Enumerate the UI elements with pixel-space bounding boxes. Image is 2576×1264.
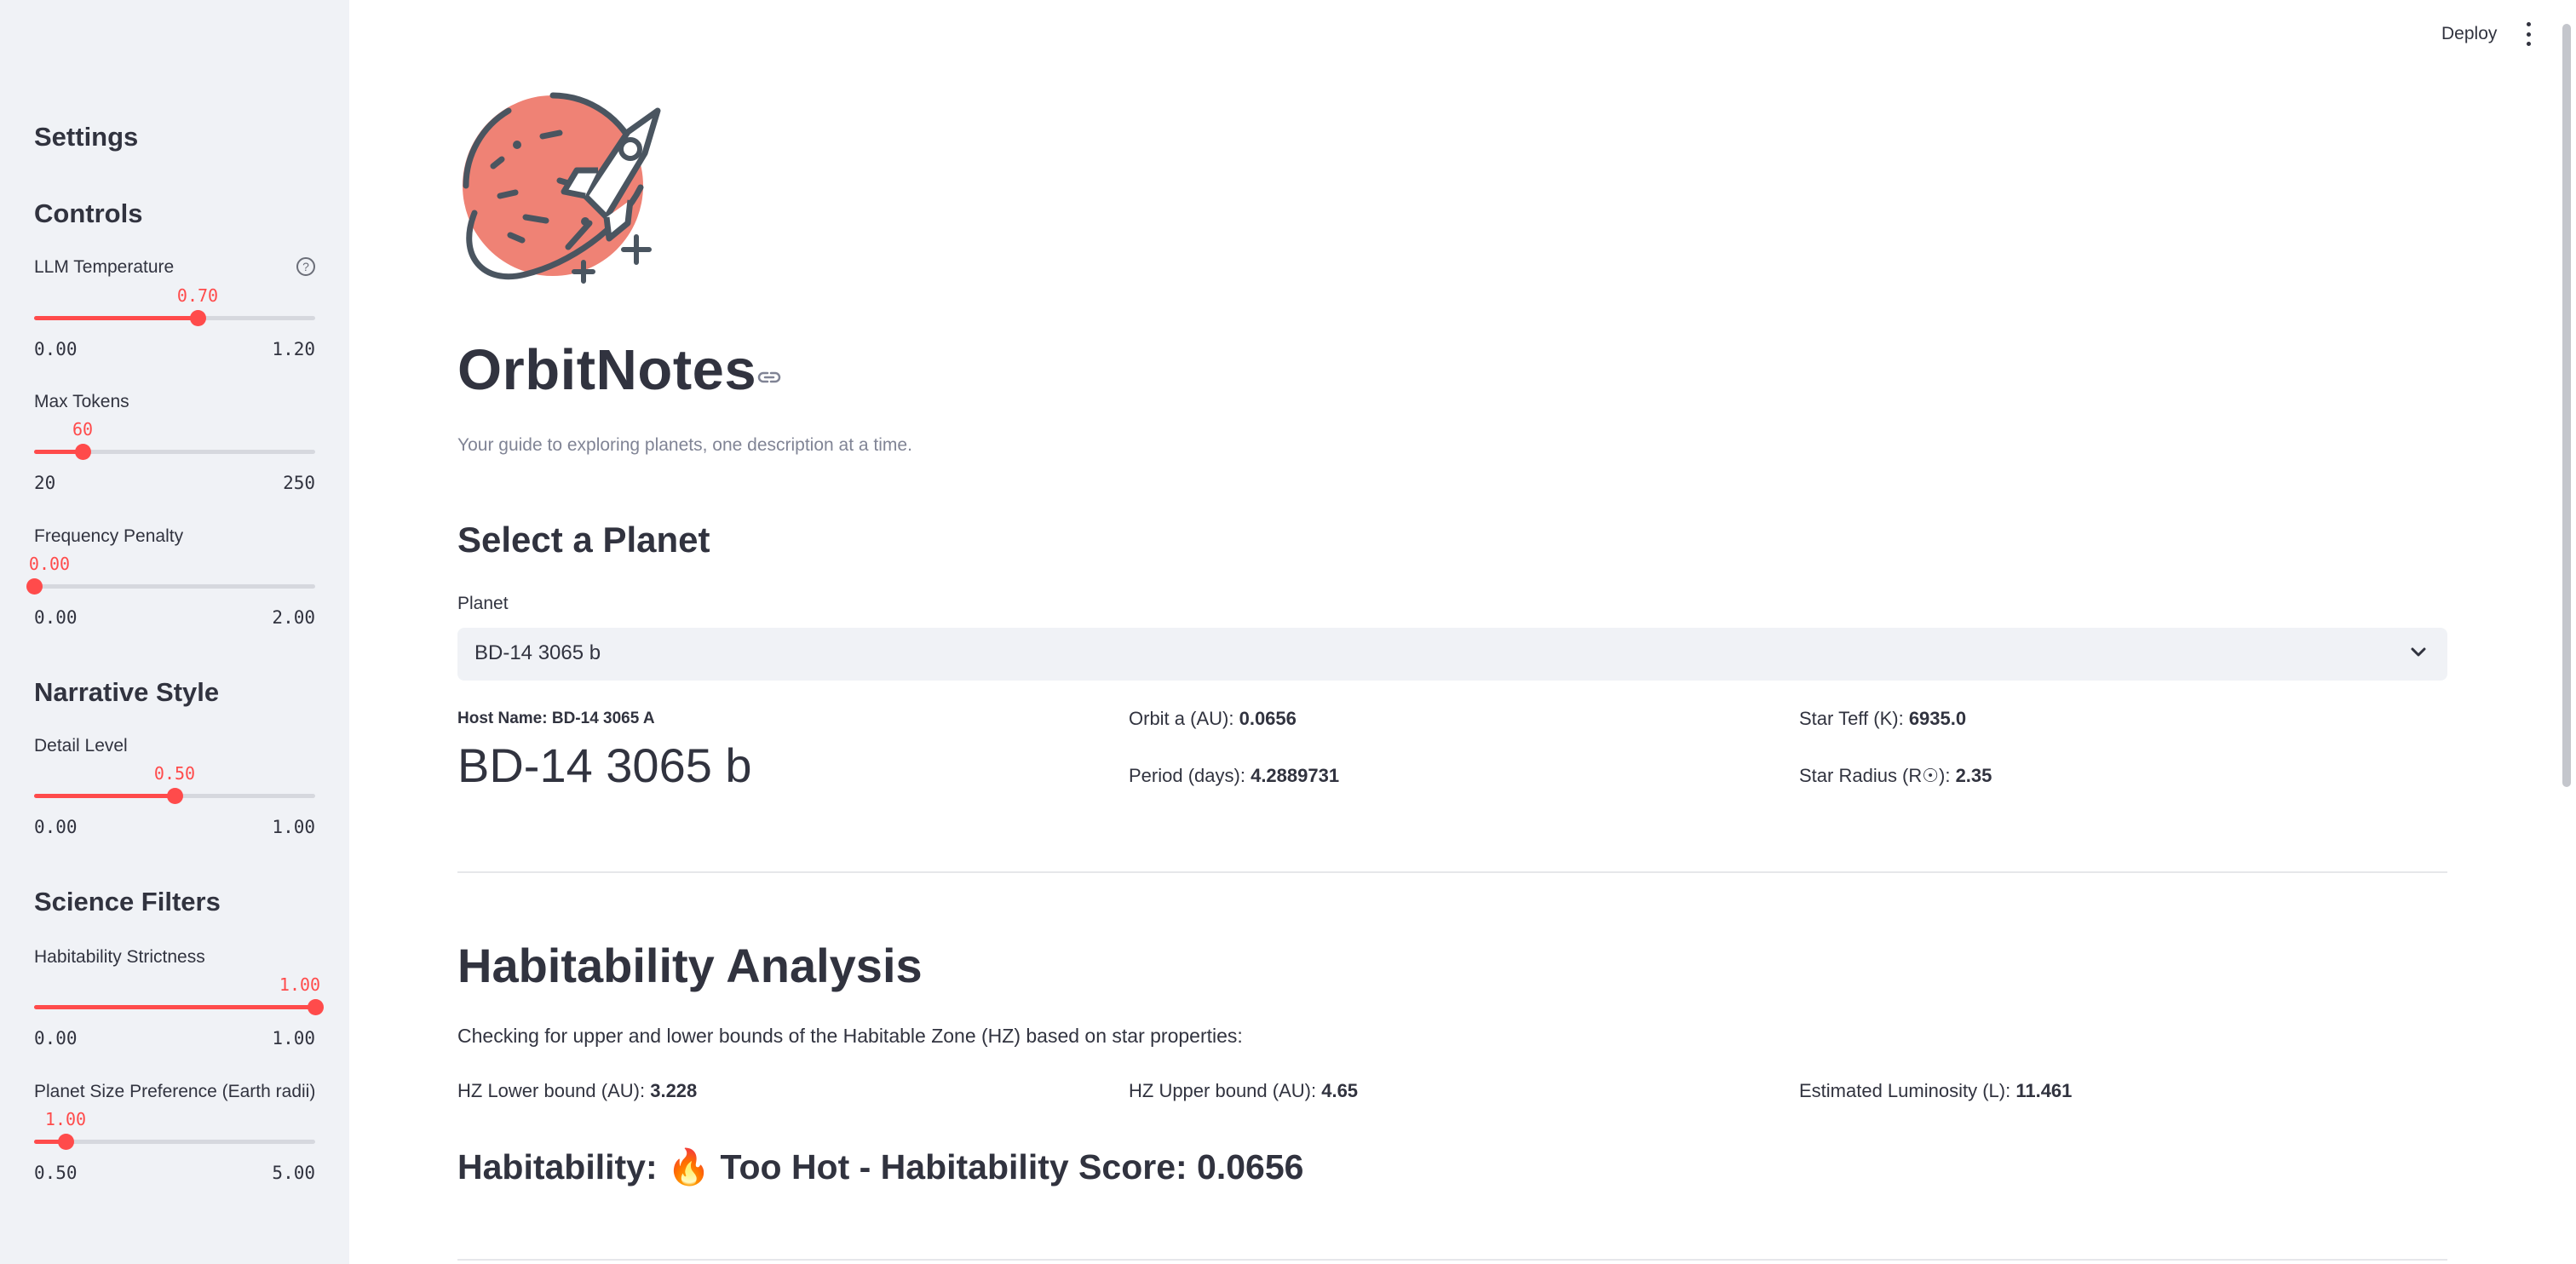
slider-fill bbox=[34, 794, 175, 798]
slider-max: 1.00 bbox=[272, 1028, 315, 1049]
habitability-heading: Habitability Analysis bbox=[457, 939, 923, 992]
kebab-menu-icon[interactable] bbox=[2525, 22, 2532, 46]
slider-track[interactable] bbox=[34, 310, 315, 326]
scrollbar[interactable] bbox=[2562, 24, 2571, 787]
slider-value: 0.50 bbox=[153, 763, 196, 784]
slider-min: 0.00 bbox=[34, 607, 78, 628]
section-science-filters: Science Filters bbox=[34, 887, 221, 916]
hz-upper-info: HZ Upper bound (AU): 4.65 bbox=[1129, 1080, 1359, 1101]
slider-track[interactable] bbox=[34, 788, 315, 804]
slider-fill bbox=[34, 1005, 315, 1009]
slider-max: 1.20 bbox=[272, 339, 315, 359]
slider-max: 1.00 bbox=[272, 817, 315, 837]
slider-max-tokens: Max Tokens 60 20 250 bbox=[34, 390, 315, 497]
slider-max: 250 bbox=[283, 473, 315, 493]
sidebar: Settings Controls LLM Temperature ? 0.70… bbox=[0, 0, 349, 1264]
slider-habitability-strictness: Habitability Strictness 1.00 0.00 1.00 bbox=[34, 945, 324, 1052]
page-title: OrbitNotes bbox=[457, 338, 757, 402]
slider-track[interactable] bbox=[26, 578, 315, 595]
slider-fill bbox=[34, 316, 198, 320]
slider-min: 0.00 bbox=[34, 817, 78, 837]
star-teff-info: Star Teff (K): 6935.0 bbox=[1799, 708, 1967, 729]
luminosity-info: Estimated Luminosity (L): 11.461 bbox=[1799, 1080, 2073, 1101]
slider-thumb[interactable] bbox=[58, 1134, 74, 1150]
habitability-description: Checking for upper and lower bounds of t… bbox=[457, 1025, 1243, 1047]
slider-min: 0.00 bbox=[34, 1028, 78, 1049]
slider-value: 1.00 bbox=[44, 1109, 87, 1129]
slider-thumb[interactable] bbox=[308, 999, 324, 1015]
sidebar-title: Settings bbox=[34, 122, 139, 152]
chevron-down-icon bbox=[2411, 647, 2426, 657]
star-radius-info: Star Radius (R☉): 2.35 bbox=[1799, 765, 1992, 786]
planet-name: BD-14 3065 b bbox=[457, 738, 752, 792]
slider-detail-level: Detail Level 0.50 0.00 1.00 bbox=[34, 734, 315, 841]
slider-value: 1.00 bbox=[279, 974, 321, 995]
slider-label: LLM Temperature bbox=[34, 257, 175, 277]
slider-value: 0.70 bbox=[176, 285, 219, 306]
planet-select-label: Planet bbox=[457, 594, 509, 613]
hz-lower-info: HZ Lower bound (AU): 3.228 bbox=[457, 1080, 698, 1101]
slider-min: 0.50 bbox=[34, 1163, 78, 1183]
section-narrative-style: Narrative Style bbox=[34, 677, 220, 707]
slider-value: 0.00 bbox=[28, 554, 71, 574]
slider-thumb[interactable] bbox=[26, 578, 43, 595]
divider bbox=[457, 1259, 2447, 1261]
slider-label: Max Tokens bbox=[34, 392, 129, 411]
slider-thumb[interactable] bbox=[190, 310, 206, 326]
divider bbox=[457, 871, 2447, 873]
slider-llm-temperature: LLM Temperature ? 0.70 0.00 1.20 bbox=[34, 256, 315, 362]
slider-track[interactable] bbox=[34, 999, 324, 1015]
link-icon[interactable] bbox=[756, 368, 782, 387]
planet-rocket-logo bbox=[463, 92, 661, 284]
help-icon[interactable]: ? bbox=[296, 257, 315, 276]
slider-planet-size: Planet Size Preference (Earth radii) 1.0… bbox=[34, 1080, 315, 1186]
slider-track[interactable] bbox=[34, 1134, 315, 1150]
host-name: Host Name: BD-14 3065 A bbox=[457, 710, 655, 727]
slider-label: Planet Size Preference (Earth radii) bbox=[34, 1082, 316, 1101]
page-subtitle: Your guide to exploring planets, one des… bbox=[457, 435, 912, 455]
planet-select-value: BD-14 3065 b bbox=[474, 641, 601, 664]
slider-track[interactable] bbox=[34, 444, 315, 460]
section-controls: Controls bbox=[34, 198, 143, 228]
slider-label: Frequency Penalty bbox=[34, 526, 184, 546]
slider-max: 2.00 bbox=[272, 607, 315, 628]
slider-min: 0.00 bbox=[34, 339, 78, 359]
planet-select[interactable]: BD-14 3065 b bbox=[457, 628, 2447, 681]
app-root: Settings Controls LLM Temperature ? 0.70… bbox=[0, 0, 2576, 1264]
slider-thumb[interactable] bbox=[167, 788, 183, 804]
orbit-info: Orbit a (AU): 0.0656 bbox=[1129, 708, 1297, 729]
slider-min: 20 bbox=[34, 473, 56, 493]
deploy-button[interactable]: Deploy bbox=[2441, 24, 2497, 44]
habitability-result: Habitability: 🔥 Too Hot - Habitability S… bbox=[457, 1147, 1304, 1186]
slider-value: 60 bbox=[72, 419, 94, 440]
slider-label: Detail Level bbox=[34, 736, 128, 756]
period-info: Period (days): 4.2889731 bbox=[1129, 765, 1340, 786]
slider-frequency-penalty: Frequency Penalty 0.00 0.00 2.00 bbox=[26, 525, 315, 631]
select-planet-heading: Select a Planet bbox=[457, 520, 710, 560]
slider-max: 5.00 bbox=[272, 1163, 315, 1183]
slider-label: Habitability Strictness bbox=[34, 947, 205, 967]
slider-thumb[interactable] bbox=[75, 444, 91, 460]
